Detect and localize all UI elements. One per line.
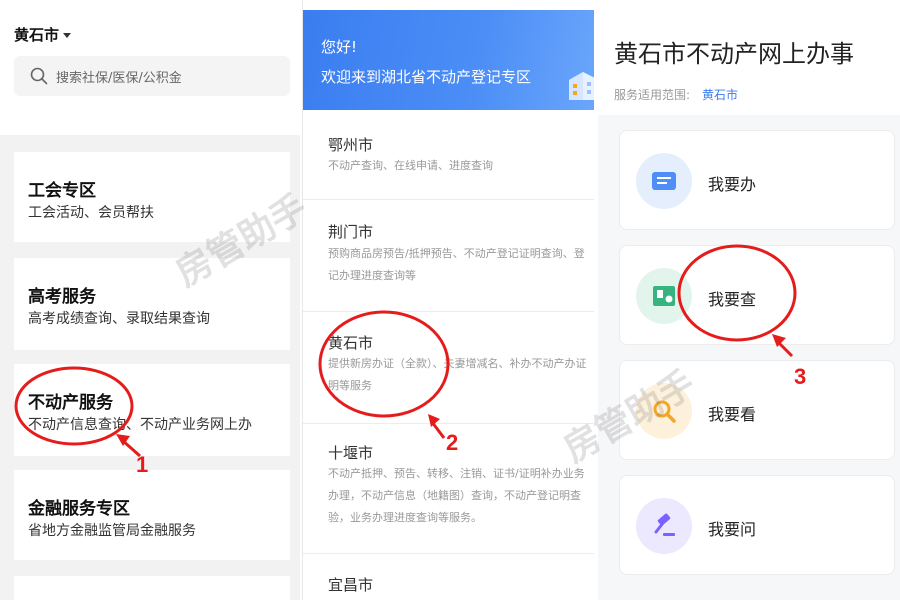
city-description: 提供新房办证（全款）、夫妻增减名、补办不动产办证明等服务 xyxy=(328,357,587,392)
city-name: 鄂州市 xyxy=(328,136,374,154)
card-subtitle: 工会活动、会员帮扶 xyxy=(28,205,154,221)
card-title: 不动产服务 xyxy=(28,393,113,413)
home-header: 黄石市 搜索社保/医保/公积金 xyxy=(0,0,300,135)
welcome-banner: 您好! 欢迎来到湖北省不动产登记专区 xyxy=(303,10,594,110)
city-selector-label: 黄石市 xyxy=(14,26,60,44)
gavel-icon xyxy=(636,498,692,554)
service-card-partial[interactable] xyxy=(14,576,290,600)
city-name: 黄石市 xyxy=(328,334,374,352)
city-description: 不动产抵押、预告、转移、注销、证书/证明补办业务办理，不动产信息（地籍图）查询，… xyxy=(328,467,585,524)
app-home-panel: 黄石市 搜索社保/医保/公积金 工会专区 工会活动、会员帮扶 高考服务 高考成绩… xyxy=(0,0,300,600)
card-subtitle: 高考成绩查询、录取结果查询 xyxy=(28,311,210,327)
search-placeholder: 搜索社保/医保/公积金 xyxy=(56,70,182,86)
banner-welcome: 欢迎来到湖北省不动产登记专区 xyxy=(321,68,532,86)
city-list-panel: 您好! 欢迎来到湖北省不动产登记专区 鄂州市 不动产查询、在线申请、进度查询 荆… xyxy=(302,0,594,600)
city-item-yichang[interactable]: 宜昌市 xyxy=(303,554,594,600)
building-illustration-icon xyxy=(569,72,594,100)
step-number-3: 3 xyxy=(794,364,807,389)
city-description: 预购商品房预告/抵押预告、不动产登记证明查询、登记办理进度查询等 xyxy=(328,247,585,282)
city-name: 宜昌市 xyxy=(328,576,374,594)
service-card-real-estate[interactable]: 不动产服务 不动产信息查询、不动产业务网上办 xyxy=(14,364,290,456)
page-title: 黄石市不动产网上办事 xyxy=(614,40,854,68)
card-title: 工会专区 xyxy=(28,181,96,201)
service-label: 我要问 xyxy=(708,520,757,539)
service-ask-button[interactable]: 我要问 xyxy=(619,475,895,575)
service-card-gaokao[interactable]: 高考服务 高考成绩查询、录取结果查询 xyxy=(14,258,290,350)
service-label: 我要办 xyxy=(708,175,757,194)
city-selector[interactable]: 黄石市 xyxy=(14,24,72,45)
service-query-button[interactable]: 我要查 xyxy=(619,245,895,345)
service-label: 我要看 xyxy=(708,405,757,424)
city-item-ezhou[interactable]: 鄂州市 不动产查询、在线申请、进度查询 xyxy=(303,110,594,200)
city-item-huangshi[interactable]: 黄石市 提供新房办证（全款）、夫妻增减名、补办不动产办证明等服务 xyxy=(303,312,594,424)
banner-greeting: 您好! xyxy=(321,38,358,56)
chevron-down-icon xyxy=(63,33,72,38)
step-number-1: 1 xyxy=(136,452,149,477)
scope-label: 服务适用范围: xyxy=(614,88,691,102)
card-title: 高考服务 xyxy=(28,287,96,307)
service-scope: 服务适用范围: 黄石市 xyxy=(614,86,738,103)
card-subtitle: 不动产信息查询、不动产业务网上办 xyxy=(28,417,252,433)
scope-city-link[interactable]: 黄石市 xyxy=(702,88,738,102)
service-header: 黄石市不动产网上办事 服务适用范围: 黄石市 xyxy=(598,0,900,115)
form-icon xyxy=(636,153,692,209)
search-icon xyxy=(30,67,48,85)
city-item-jingmen[interactable]: 荆门市 预购商品房预告/抵押预告、不动产登记证明查询、登记办理进度查询等 xyxy=(303,200,594,312)
service-card-finance[interactable]: 金融服务专区 省地方金融监管局金融服务 xyxy=(14,470,290,560)
search-input[interactable]: 搜索社保/医保/公积金 xyxy=(14,56,290,96)
city-name: 荆门市 xyxy=(328,223,374,241)
service-label: 我要查 xyxy=(708,290,757,309)
city-description: 不动产查询、在线申请、进度查询 xyxy=(328,159,493,172)
card-subtitle: 省地方金融监管局金融服务 xyxy=(28,523,196,539)
card-title: 金融服务专区 xyxy=(28,499,130,519)
service-apply-button[interactable]: 我要办 xyxy=(619,130,895,230)
step-number-2: 2 xyxy=(446,430,459,455)
city-name: 十堰市 xyxy=(328,444,374,462)
certificate-icon xyxy=(636,268,692,324)
huangshi-service-panel: 黄石市不动产网上办事 服务适用范围: 黄石市 我要办 我要查 我要看 我要问 xyxy=(598,0,900,600)
